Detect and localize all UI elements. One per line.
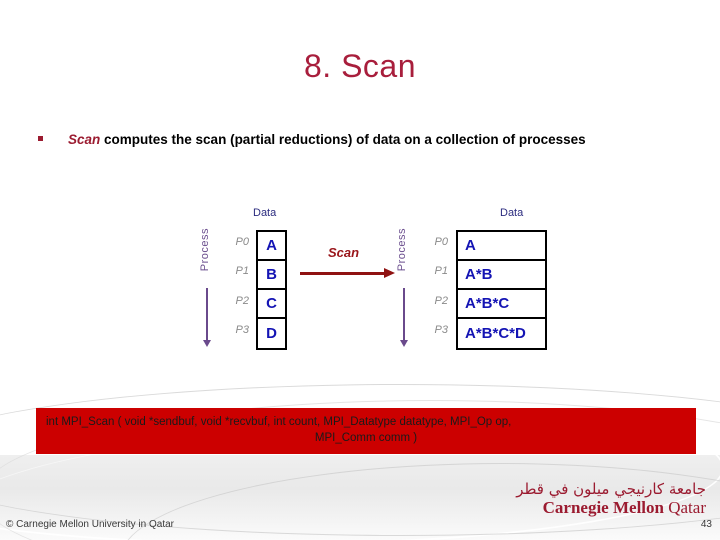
- logo-latin-sub: Qatar: [668, 498, 706, 517]
- page-title: 8. Scan: [303, 48, 416, 84]
- bullet-term: Scan: [68, 132, 101, 147]
- right-process-axis-arrow: [400, 288, 408, 347]
- slide-canvas: 8. Scan Scan computes the scan (partial …: [0, 0, 720, 540]
- cmu-qatar-logo: جامعة كارنيجي ميلون في قطر Carnegie Mell…: [516, 480, 706, 517]
- left-data-column: A B C D: [256, 230, 287, 350]
- right-process-id-1: P1: [434, 265, 448, 277]
- logo-latin-text: Carnegie Mellon Qatar: [516, 498, 706, 517]
- right-data-header: Data: [500, 207, 524, 219]
- table-row: A*B*C*D: [465, 325, 526, 342]
- right-process-id-0: P0: [434, 236, 448, 248]
- table-row: D: [266, 325, 277, 342]
- footer-page-number: 43: [700, 519, 712, 530]
- right-process-axis-label: Process: [396, 228, 408, 272]
- code-signature-line-2: MPI_Comm comm ): [314, 432, 418, 444]
- right-process-id-3: P3: [434, 324, 448, 336]
- operation-arrow-icon: [300, 268, 395, 278]
- left-data-header: Data: [253, 207, 277, 219]
- bullet-rest: computes the scan (partial reductions) o…: [100, 132, 586, 147]
- table-row: A*B*C: [458, 290, 545, 319]
- operation-label: Scan: [328, 245, 360, 260]
- footer-copyright: © Carnegie Mellon University in Qatar: [6, 519, 174, 530]
- left-process-axis-arrow: [203, 288, 211, 347]
- bullet-row: Scan computes the scan (partial reductio…: [38, 130, 682, 149]
- table-row: A: [258, 232, 285, 261]
- left-process-axis-label: Process: [199, 228, 211, 272]
- square-bullet-icon: [38, 136, 43, 141]
- table-row: A: [458, 232, 545, 261]
- left-process-id-1: P1: [235, 265, 249, 277]
- bullet-text: Scan computes the scan (partial reductio…: [68, 130, 682, 149]
- scan-diagram: Data Process P0 P1 P2 P3 A B C D Scan Da…: [0, 195, 720, 365]
- logo-arabic-text: جامعة كارنيجي ميلون في قطر: [516, 480, 706, 498]
- code-signature-line-1: int MPI_Scan ( void *sendbuf, void *recv…: [46, 416, 512, 428]
- right-process-id-2: P2: [434, 295, 448, 307]
- right-data-column: A A*B A*B*C A*B*C*D: [456, 230, 547, 350]
- table-row: B: [258, 261, 285, 290]
- code-signature-banner: int MPI_Scan ( void *sendbuf, void *recv…: [36, 408, 696, 454]
- left-process-id-3: P3: [235, 324, 249, 336]
- left-process-id-2: P2: [235, 295, 249, 307]
- table-row: C: [258, 290, 285, 319]
- logo-latin-main: Carnegie Mellon: [542, 498, 664, 517]
- table-row: A*B: [458, 261, 545, 290]
- left-process-id-0: P0: [235, 236, 249, 248]
